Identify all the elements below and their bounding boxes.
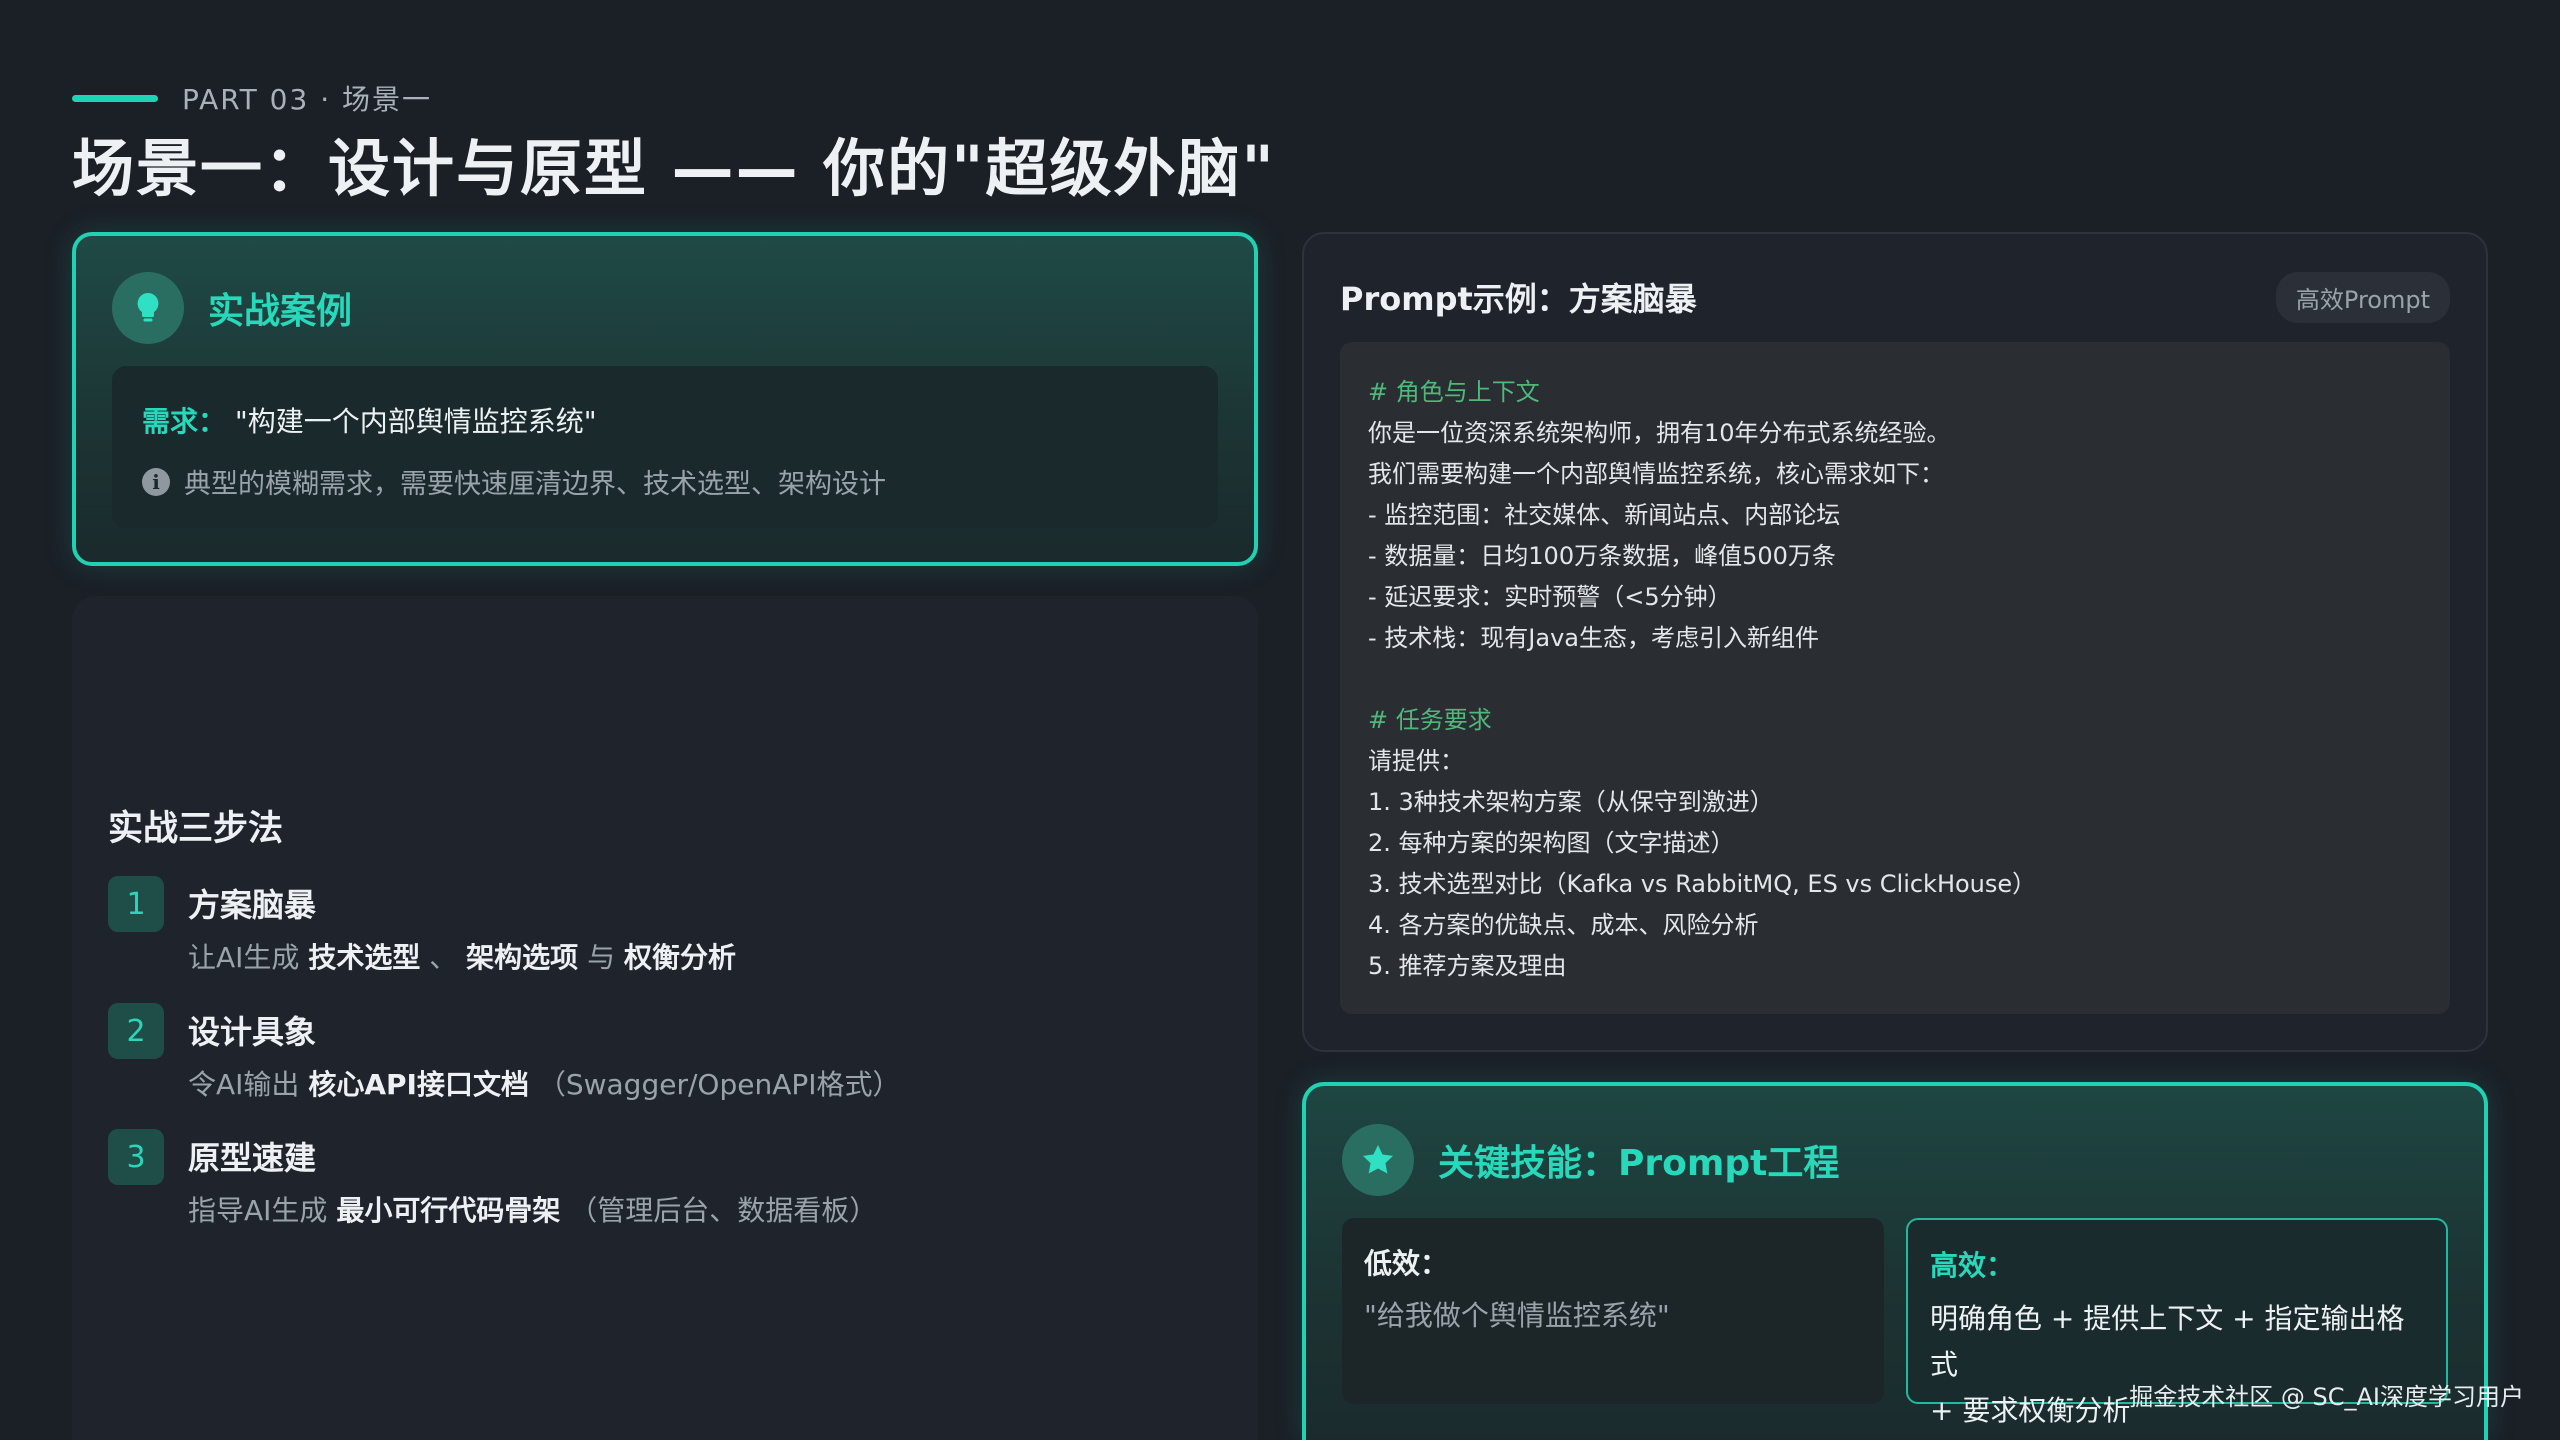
step-description: 指导AI生成 最小可行代码骨架 （管理后台、数据看板） [188, 1189, 877, 1229]
step-title: 设计具象 [188, 1013, 317, 1051]
watermark: 掘金技术社区 @ SC_AI深度学习用户 [2129, 1383, 2524, 1411]
inefficient-text: "给我做个舆情监控系统" [1364, 1299, 1670, 1332]
code-comment-line: # 角色与上下文 [1368, 378, 1540, 406]
step-description: 让AI生成 技术选型 、 架构选项 与 权衡分析 [188, 936, 736, 976]
step-text: 让AI生成 [188, 941, 309, 974]
requirement-note: i 典型的模糊需求，需要快速厘清边界、技术选型、架构设计 [142, 462, 886, 501]
step-text: 、 [420, 941, 467, 974]
step-keyword: 权衡分析 [623, 941, 736, 974]
code-line: 1. 3种技术架构方案（从保守到激进） [1368, 788, 1774, 816]
step-title: 原型速建 [188, 1139, 317, 1177]
step-keyword: 技术选型 [308, 941, 421, 974]
code-line: 3. 技术选型对比（Kafka vs RabbitMQ, ES vs Click… [1368, 870, 2037, 898]
steps-card: 实战三步法 1 方案脑暴让AI生成 技术选型 、 架构选项 与 权衡分析 2 设计具象… [72, 596, 1258, 1440]
case-card-header: 实战案例 [112, 272, 352, 344]
step-title: 方案脑暴 [188, 886, 317, 924]
step-keyword: 核心API接口文档 [308, 1068, 529, 1101]
code-line: 我们需要构建一个内部舆情监控系统，核心需求如下： [1368, 460, 1944, 488]
step-keyword: 架构选项 [466, 941, 579, 974]
code-line: 5. 推荐方案及理由 [1368, 952, 1567, 980]
skill-card-title: 关键技能：Prompt工程 [1438, 1143, 1840, 1184]
code-line: 请提供： [1368, 747, 1464, 775]
step-number: 1 [108, 876, 164, 932]
code-line: - 技术栈：现有Java生态，考虑引入新组件 [1368, 624, 1819, 652]
step-number: 3 [108, 1129, 164, 1185]
step-text: （Swagger/OpenAPI格式） [528, 1068, 901, 1101]
requirement-box: 需求： "构建一个内部舆情监控系统" i 典型的模糊需求，需要快速厘清边界、技术… [112, 366, 1218, 528]
code-line: 你是一位资深系统架构师，拥有10年分布式系统经验。 [1368, 419, 1951, 447]
code-line: - 延迟要求：实时预警（<5分钟） [1368, 583, 1732, 611]
prompt-badge: 高效Prompt [2275, 272, 2450, 323]
prompt-card: Prompt示例：方案脑暴 高效Prompt # 角色与上下文你是一位资深系统架… [1302, 232, 2488, 1052]
steps-title: 实战三步法 [108, 809, 284, 849]
step-text: （管理后台、数据看板） [560, 1194, 878, 1227]
info-icon: i [142, 467, 170, 496]
lightbulb-icon [112, 272, 184, 344]
step-number: 2 [108, 1003, 164, 1059]
star-icon [1342, 1124, 1414, 1196]
efficient-text-line-1: 明确角色 + 提供上下文 + 指定输出格式 [1930, 1302, 2405, 1381]
efficient-label: 高效： [1930, 1249, 2015, 1282]
code-line: 4. 各方案的优缺点、成本、风险分析 [1368, 911, 1759, 939]
skill-card-header: 关键技能：Prompt工程 [1342, 1124, 1839, 1196]
inefficient-example-box: 低效： "给我做个舆情监控系统" [1342, 1218, 1884, 1404]
inefficient-label: 低效： [1364, 1247, 1449, 1280]
code-line: 2. 每种方案的架构图（文字描述） [1368, 829, 1735, 857]
slide: PART 03 · 场景一 场景一：设计与原型 —— 你的"超级外脑" 实战案例… [0, 0, 2560, 1440]
section-eyebrow: PART 03 · 场景一 [72, 78, 432, 118]
eyebrow-accent-bar [72, 94, 158, 102]
step-text: 与 [578, 941, 624, 974]
code-comment-line: # 任务要求 [1368, 706, 1492, 734]
case-card-title: 实战案例 [208, 291, 353, 332]
case-card: 实战案例 需求： "构建一个内部舆情监控系统" i 典型的模糊需求，需要快速厘清… [72, 232, 1258, 566]
step-text: 令AI输出 [188, 1068, 309, 1101]
requirement-value: "构建一个内部舆情监控系统" [234, 405, 597, 438]
prompt-card-title: Prompt示例：方案脑暴 [1340, 280, 1697, 318]
step-text: 指导AI生成 [188, 1194, 337, 1227]
page-title: 场景一：设计与原型 —— 你的"超级外脑" [72, 132, 1276, 205]
prompt-code-block: # 角色与上下文你是一位资深系统架构师，拥有10年分布式系统经验。 我们需要构建一… [1340, 342, 2450, 1014]
requirement-note-text: 典型的模糊需求，需要快速厘清边界、技术选型、架构设计 [184, 469, 886, 500]
code-line: - 数据量：日均100万条数据，峰值500万条 [1368, 542, 1836, 570]
requirement-label: 需求： [142, 405, 227, 438]
eyebrow-text: PART 03 · 场景一 [182, 83, 433, 116]
step-keyword: 最小可行代码骨架 [336, 1194, 561, 1227]
requirement-line: 需求： "构建一个内部舆情监控系统" [142, 400, 597, 440]
step-description: 令AI输出 核心API接口文档 （Swagger/OpenAPI格式） [188, 1063, 901, 1103]
code-line: - 监控范围：社交媒体、新闻站点、内部论坛 [1368, 501, 1841, 529]
